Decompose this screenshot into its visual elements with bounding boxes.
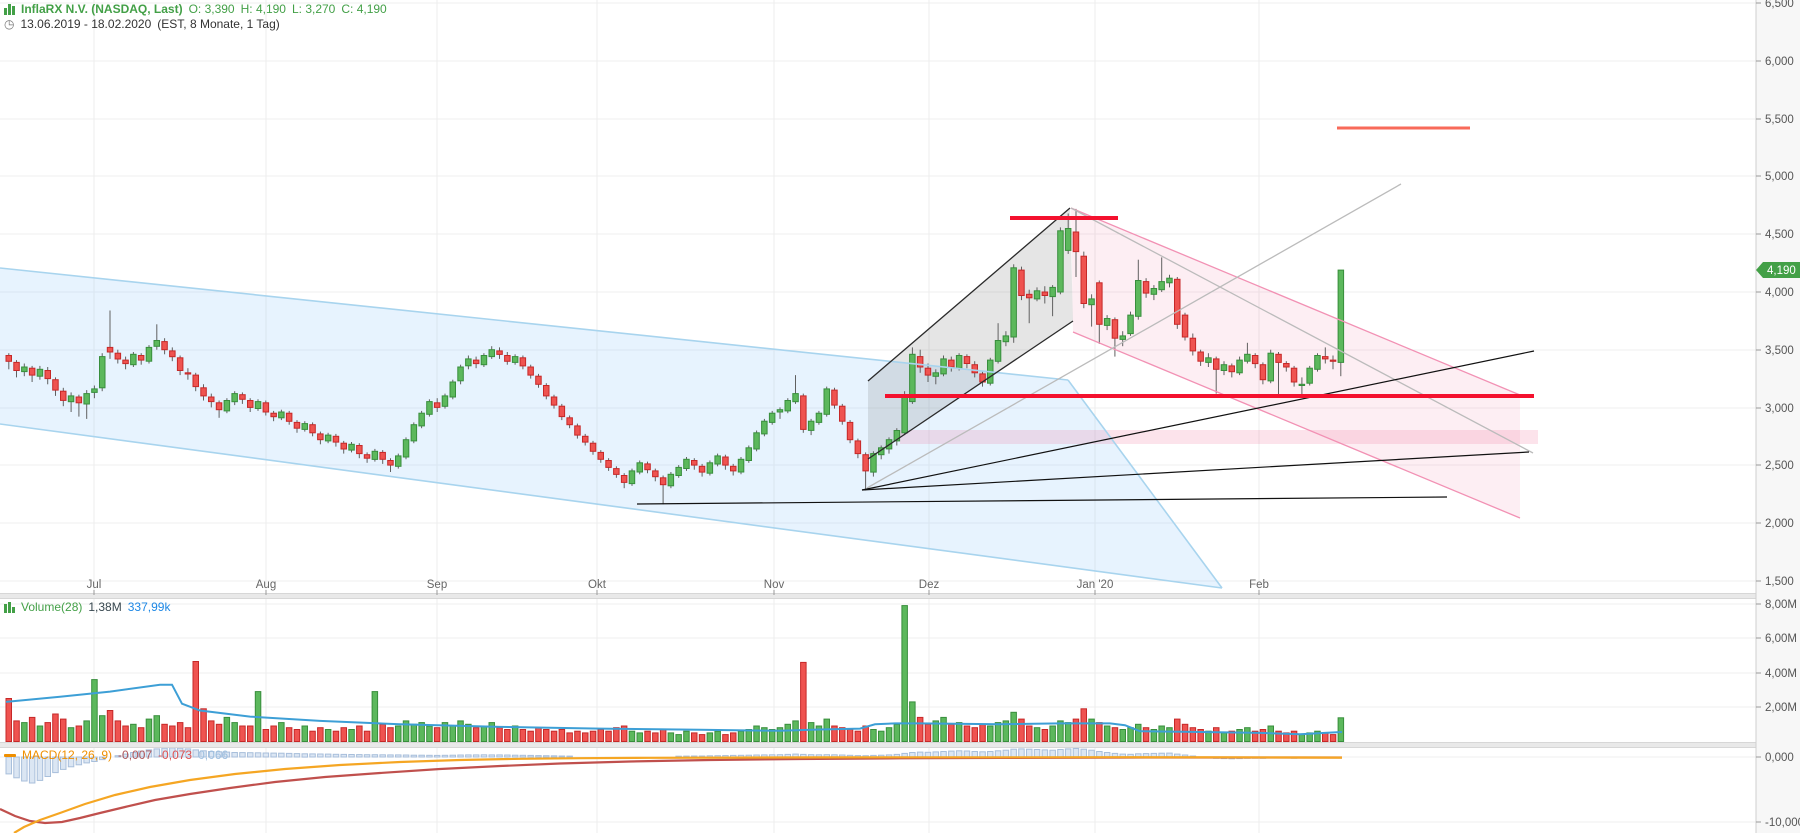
- svg-text:8,00M: 8,00M: [1765, 599, 1797, 611]
- pink-channel-fill: [1071, 208, 1520, 518]
- macd-value-3: 0,066: [198, 748, 228, 762]
- pink-band: [900, 430, 1538, 444]
- svg-text:Feb: Feb: [1249, 579, 1269, 591]
- svg-text:Okt: Okt: [588, 579, 607, 591]
- high-value: H: 4,190: [241, 2, 286, 16]
- open-value: O: 3,390: [189, 2, 235, 16]
- candlestick-icon: [4, 4, 15, 15]
- volume-ma-value: 337,99k: [128, 600, 171, 614]
- svg-text:-10,000: -10,000: [1765, 817, 1800, 829]
- svg-text:2,00M: 2,00M: [1765, 702, 1797, 714]
- svg-text:3,000: 3,000: [1765, 403, 1794, 415]
- macd-value-2: -0,073: [158, 748, 192, 762]
- svg-text:4,00M: 4,00M: [1765, 668, 1797, 680]
- svg-text:Dez: Dez: [919, 579, 940, 591]
- svg-text:4,500: 4,500: [1765, 229, 1794, 241]
- macd-indicator-name[interactable]: MACD(12, 26, 9): [22, 748, 112, 762]
- symbol-legend: InflaRX N.V. (NASDAQ, Last) O: 3,390 H: …: [4, 2, 387, 16]
- signal-line: [0, 758, 1342, 824]
- macd-value-1: -0,007: [118, 748, 152, 762]
- close-value: C: 4,190: [341, 2, 386, 16]
- macd-icon: [4, 754, 16, 757]
- svg-text:Sep: Sep: [427, 579, 447, 591]
- range-legend: ◷ 13.06.2019 - 18.02.2020 (EST, 8 Monate…: [4, 17, 280, 31]
- svg-text:5,000: 5,000: [1765, 171, 1794, 183]
- last-price-badge: 4,190: [1756, 262, 1800, 278]
- svg-text:3,500: 3,500: [1765, 345, 1794, 357]
- svg-text:2,000: 2,000: [1765, 518, 1794, 530]
- svg-text:Aug: Aug: [256, 579, 276, 591]
- chart-root: 6,500 6,000 5,500 5,000 4,500 4,000 3,500 3,000…: [0, 0, 1800, 833]
- volume-legend: Volume(28) 1,38M 337,99k: [4, 600, 170, 614]
- svg-text:Nov: Nov: [764, 579, 785, 591]
- volume-indicator-name[interactable]: Volume(28): [21, 600, 82, 614]
- macd-legend: MACD(12, 26, 9) -0,007 -0,073 0,066: [4, 748, 228, 762]
- volume-bars: [6, 606, 1344, 742]
- svg-text:6,000: 6,000: [1765, 56, 1794, 68]
- svg-text:Jul: Jul: [87, 579, 102, 591]
- svg-text:0,000: 0,000: [1765, 752, 1794, 764]
- svg-text:Jan '20: Jan '20: [1077, 579, 1114, 591]
- volume-value: 1,38M: [88, 600, 121, 614]
- volume-icon: [4, 602, 15, 613]
- svg-text:5,500: 5,500: [1765, 114, 1794, 126]
- low-value: L: 3,270: [292, 2, 335, 16]
- svg-text:2,500: 2,500: [1765, 460, 1794, 472]
- svg-text:4,000: 4,000: [1765, 287, 1794, 299]
- clock-icon: ◷: [4, 18, 14, 30]
- svg-text:1,500: 1,500: [1765, 576, 1794, 588]
- svg-text:6,500: 6,500: [1765, 0, 1794, 10]
- symbol-name[interactable]: InflaRX N.V. (NASDAQ, Last): [21, 2, 183, 16]
- timeframe: (EST, 8 Monate, 1 Tag): [157, 17, 280, 31]
- svg-text:4,190: 4,190: [1767, 265, 1796, 277]
- svg-text:6,00M: 6,00M: [1765, 633, 1797, 645]
- date-range: 13.06.2019 - 18.02.2020: [20, 17, 151, 31]
- price-chart-canvas[interactable]: 6,500 6,000 5,500 5,000 4,500 4,000 3,500 3,000…: [0, 0, 1800, 833]
